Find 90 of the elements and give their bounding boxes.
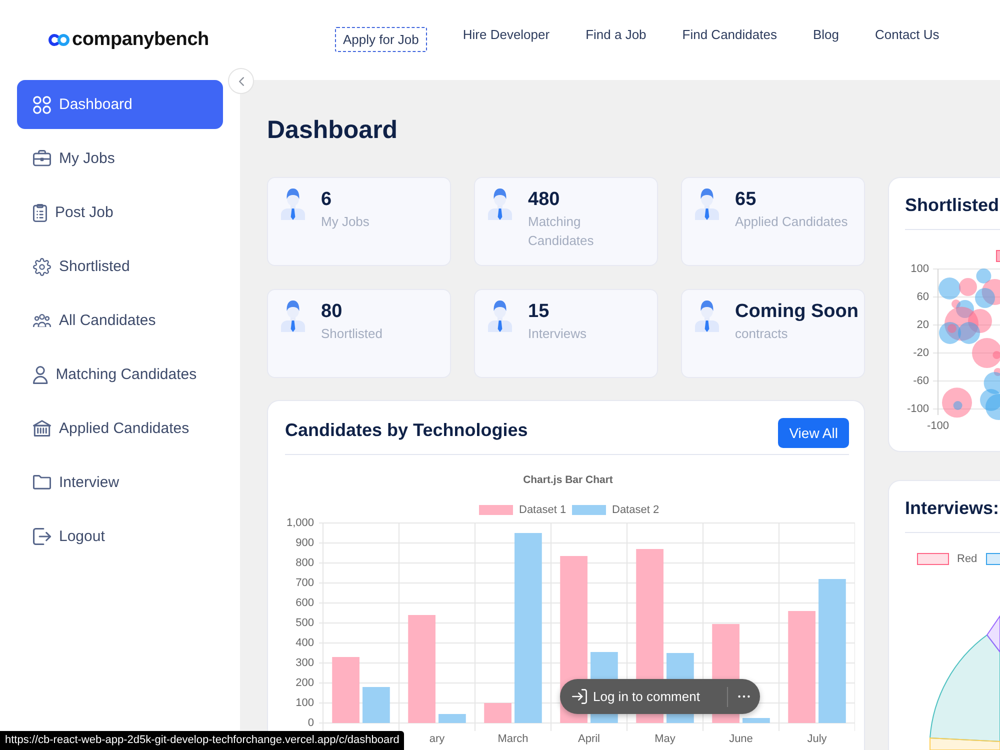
axis-label: 100 <box>910 263 929 275</box>
chart-title: Chart.js Bar Chart <box>523 474 613 486</box>
axis-label: 600 <box>296 597 314 609</box>
sidebar-item[interactable]: Shortlisted <box>17 242 223 291</box>
axis-label: 900 <box>296 537 314 549</box>
axis-label: 700 <box>296 577 314 589</box>
axis-label: June <box>729 733 753 745</box>
card-title: Shortlisted <box>905 194 1000 217</box>
axis-label: 0 <box>308 717 314 729</box>
view-all-button[interactable]: View All <box>778 418 849 448</box>
person-tie-icon <box>281 300 305 332</box>
axis-label: 60 <box>916 291 929 303</box>
axis-label: -100 <box>906 403 929 415</box>
stat-label: Shortlisted <box>321 325 384 343</box>
nav-link[interactable]: Apply for Job <box>335 27 427 52</box>
axis-label: March <box>498 733 528 745</box>
card-title: Candidates by Technologies <box>285 419 528 442</box>
axis-label: -60 <box>913 375 929 387</box>
person-tie-icon <box>488 300 512 332</box>
stat-value: 6 <box>321 188 333 212</box>
stat-value: 80 <box>321 300 344 324</box>
chart-bar <box>742 718 770 723</box>
sidebar-item[interactable]: Matching Candidates <box>17 350 223 399</box>
sidebar-item[interactable]: All Candidates <box>17 296 223 345</box>
log-in-to-comment-button[interactable]: Log in to comment <box>560 679 700 714</box>
sidebar-item[interactable]: My Jobs <box>17 134 223 183</box>
legend-label: Dataset 1 <box>519 504 566 516</box>
axis-label: 20 <box>916 319 929 331</box>
axis-label: 800 <box>296 557 314 569</box>
legend-label: Dataset 2 <box>612 504 660 516</box>
axis-label: 400 <box>296 637 314 649</box>
nav-link[interactable]: Contact Us <box>874 27 940 42</box>
logo-text[interactable]: companybench <box>72 30 209 50</box>
page-title: Dashboard <box>267 115 399 146</box>
stat-label: Matching Candidates <box>528 213 595 250</box>
more-icon <box>738 695 750 698</box>
chart-bar <box>362 687 390 723</box>
sidebar-item[interactable]: Interview <box>17 458 223 507</box>
stat-label: Applied Candidates <box>735 213 849 231</box>
axis-label: 300 <box>296 657 314 669</box>
axis-label: ary <box>429 733 445 745</box>
nav-link[interactable]: Hire Developer <box>462 27 550 42</box>
chart-bubble <box>980 389 1000 411</box>
person-tie-icon <box>695 300 719 332</box>
sidebar-item[interactable]: Logout <box>17 512 223 561</box>
nav-link[interactable]: Blog <box>812 27 839 42</box>
nav-link[interactable]: Find Candidates <box>682 27 777 42</box>
sidebar-item[interactable]: Applied Candidates <box>17 404 223 453</box>
people-icon <box>33 314 51 328</box>
chart-bar <box>484 703 512 723</box>
stat-value: 65 <box>735 188 758 212</box>
gear-icon <box>33 258 51 276</box>
status-bar-url: https://cb-react-web-app-2d5k-git-develop-techforchange.vercel.app/c/dashboard <box>0 731 404 750</box>
axis-label: July <box>807 733 827 745</box>
login-icon <box>572 689 587 704</box>
folder-icon <box>33 475 51 490</box>
axis-label: 200 <box>296 677 314 689</box>
axis-label: -20 <box>913 347 929 359</box>
chart-bubble <box>959 278 977 296</box>
axis-label: 1,000 <box>286 517 314 529</box>
axis-label: -100 <box>926 420 950 432</box>
chart-bubble <box>986 394 1000 420</box>
bank-icon <box>33 420 51 437</box>
legend-label: Red <box>957 553 978 565</box>
briefcase-icon <box>33 150 51 167</box>
person-tie-icon <box>488 188 512 220</box>
axis-label: 500 <box>296 617 314 629</box>
logout-icon <box>33 528 51 546</box>
stat-value: 15 <box>528 300 550 324</box>
sidebar-item[interactable]: Post Job <box>17 188 223 237</box>
axis-label: May <box>654 733 676 745</box>
logo-icon <box>48 33 70 47</box>
chevron-left-icon <box>238 76 244 86</box>
nav-link[interactable]: Find a Job <box>586 27 646 42</box>
stat-label: My Jobs <box>321 213 370 231</box>
person-icon <box>33 366 48 384</box>
chart-bar <box>332 657 360 723</box>
grid-icon <box>33 96 51 114</box>
card-title: Interviews: <box>905 497 1000 520</box>
chart-bar <box>438 714 466 723</box>
stat-value: 480 <box>528 188 561 212</box>
stat-value: Coming Soon <box>735 300 855 324</box>
stat-label: contracts <box>735 325 789 343</box>
person-tie-icon <box>281 188 305 220</box>
person-tie-icon <box>695 188 719 220</box>
axis-label: 100 <box>296 697 314 709</box>
clipboard-icon <box>33 204 47 222</box>
sidebar-item[interactable]: Dashboard <box>17 80 223 129</box>
stat-label: Interviews <box>528 325 588 343</box>
axis-label: April <box>578 733 600 745</box>
